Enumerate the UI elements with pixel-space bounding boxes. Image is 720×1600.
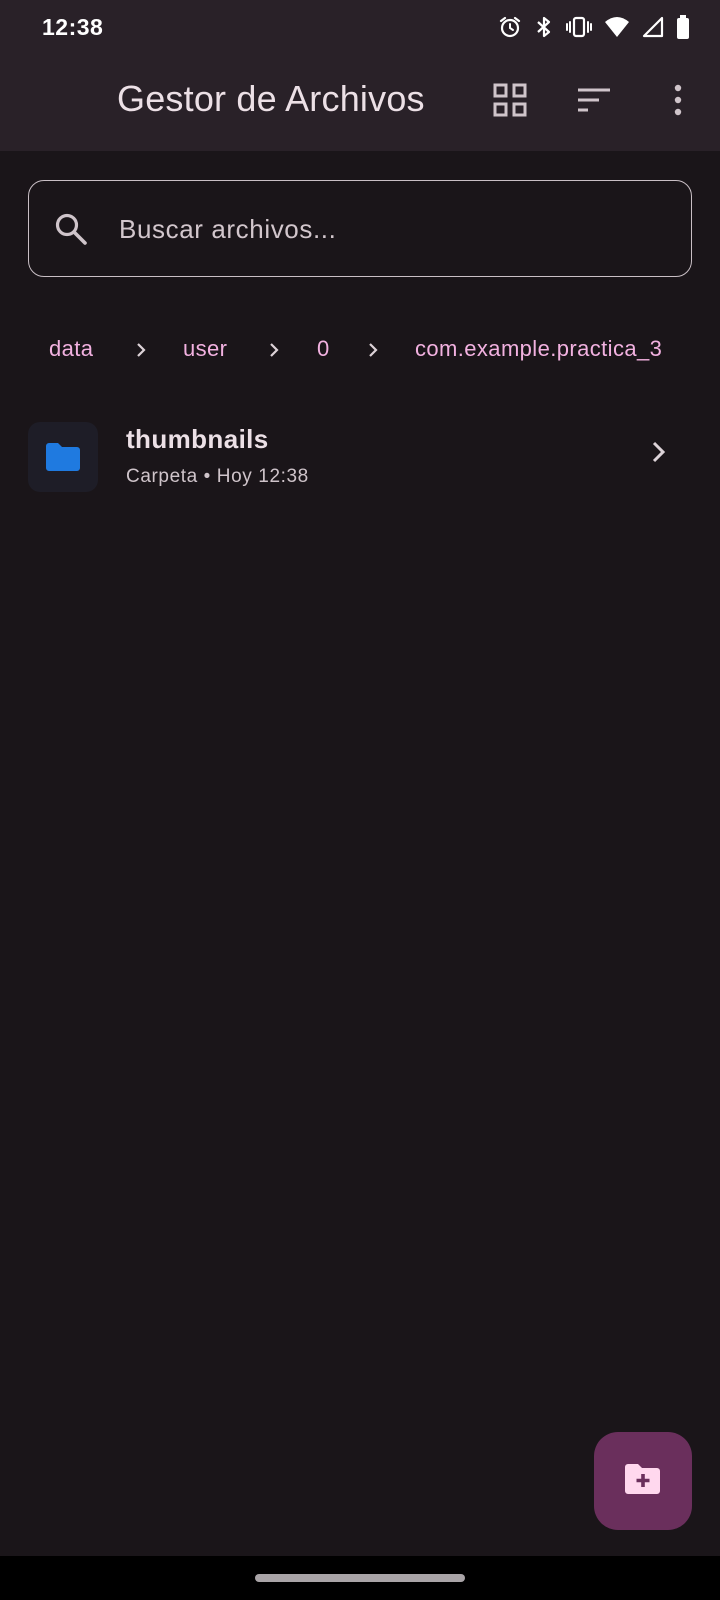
page-title: Gestor de Archivos [117, 78, 425, 119]
file-list-item[interactable]: thumbnails Carpeta • Hoy 12:38 [0, 412, 720, 512]
status-time: 12:38 [42, 14, 104, 40]
grid-view-button[interactable] [486, 78, 534, 126]
chevron-right-icon [131, 340, 151, 360]
file-meta: Carpeta • Hoy 12:38 [126, 466, 309, 487]
breadcrumb: data user 0 com.example.practica_3 [0, 330, 720, 370]
breadcrumb-item-package[interactable]: com.example.practica_3 [415, 336, 662, 362]
app-bar: 12:38 Gestor de Archivos [0, 0, 720, 151]
breadcrumb-item-0[interactable]: 0 [317, 336, 330, 362]
breadcrumb-item-user[interactable]: user [183, 336, 227, 362]
bluetooth-icon [534, 15, 554, 39]
signal-icon [642, 16, 664, 38]
file-name: thumbnails [126, 424, 269, 454]
breadcrumb-item-data[interactable]: data [49, 336, 93, 362]
chevron-right-icon [363, 340, 383, 360]
system-navigation-bar [0, 1556, 720, 1600]
more-vert-icon [673, 84, 683, 121]
search-input[interactable] [119, 199, 669, 259]
alarm-icon [498, 15, 522, 39]
chevron-right-icon [264, 340, 284, 360]
new-folder-button[interactable] [594, 1432, 692, 1530]
create-new-folder-icon [624, 1463, 662, 1500]
folder-icon [28, 422, 98, 492]
wifi-icon [604, 16, 630, 38]
grid-view-icon [493, 83, 527, 122]
search-field[interactable] [28, 180, 692, 277]
chevron-right-icon [640, 434, 676, 470]
status-icons [498, 12, 690, 42]
more-options-button[interactable] [654, 78, 702, 126]
vibrate-icon [566, 15, 592, 39]
search-icon [51, 209, 91, 249]
battery-icon [676, 15, 690, 39]
sort-button[interactable] [570, 78, 618, 126]
sort-icon [577, 86, 611, 119]
gesture-handle[interactable] [255, 1574, 465, 1582]
